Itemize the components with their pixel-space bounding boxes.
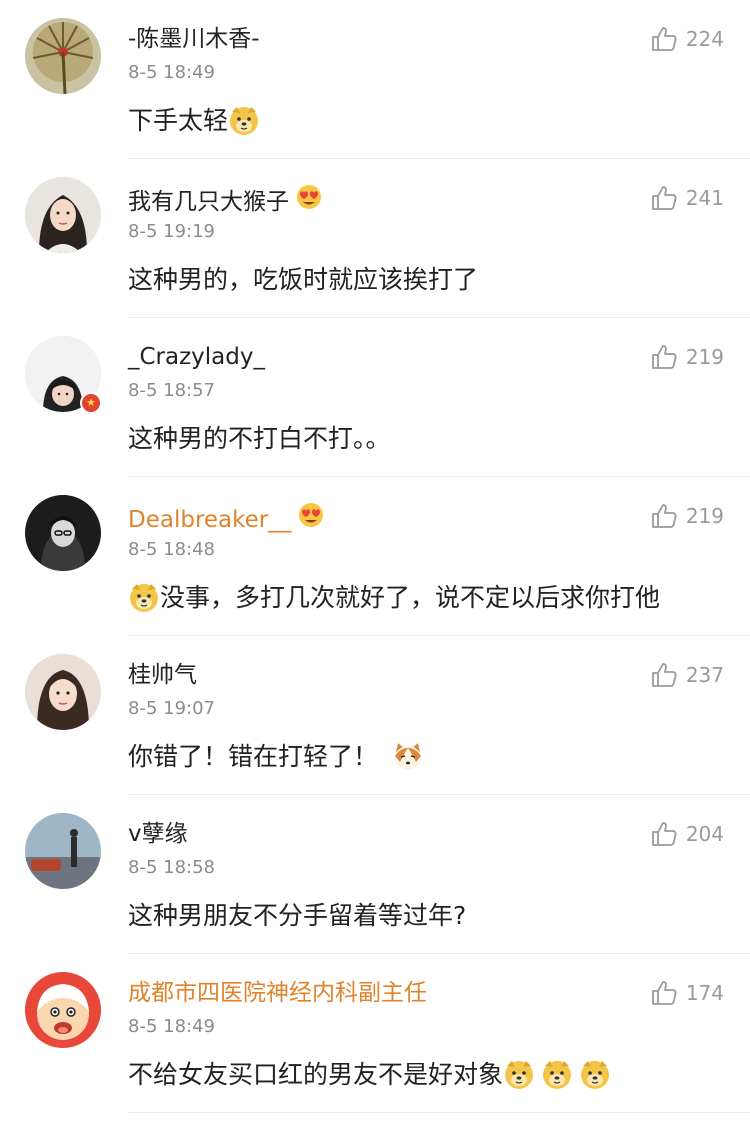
- timestamp: 8-5 18:57: [128, 380, 215, 401]
- comment-text: 这种男的，吃饭时就应该挨打了: [128, 265, 479, 294]
- like-button[interactable]: 237: [650, 658, 724, 692]
- username[interactable]: 桂帅气: [128, 658, 197, 692]
- thumbs-up-icon: [651, 822, 677, 846]
- comment-text: 没事，多打几次就好了，说不定以后求你打他: [128, 579, 660, 617]
- username[interactable]: Dealbreaker__: [128, 499, 327, 537]
- comment-item: v孽缘 8-5 18:58 204 这种男朋友不分手留着等过年?: [0, 795, 750, 954]
- comment-text: 这种男的不打白不打。。: [128, 424, 391, 453]
- heart-eyes-emoji: [293, 181, 325, 213]
- verified-badge: ★: [80, 392, 102, 414]
- username[interactable]: -陈墨川木香-: [128, 22, 260, 56]
- like-count: 219: [685, 345, 724, 369]
- username[interactable]: 成都市四医院神经内科副主任: [128, 976, 427, 1010]
- avatar[interactable]: [25, 972, 101, 1048]
- like-count: 241: [685, 186, 724, 210]
- comment-item: Dealbreaker__ 8-5 18:48 219 没事，多打几次就好了，说…: [0, 477, 750, 636]
- timestamp: 8-5 19:19: [128, 221, 215, 242]
- doge-emoji: [541, 1058, 573, 1090]
- doge-emoji: [128, 581, 160, 613]
- username[interactable]: _Crazylady_: [128, 340, 265, 374]
- thumbs-up-icon: [651, 504, 677, 528]
- like-button[interactable]: 204: [650, 817, 724, 851]
- comment-text: 这种男朋友不分手留着等过年?: [128, 901, 467, 930]
- comment-text: 下手太轻: [128, 102, 260, 140]
- comment-item: 成都市四医院神经内科副主任 8-5 18:49 174 不给女友买口红的男友不是…: [0, 954, 750, 1113]
- timestamp: 8-5 18:49: [128, 1016, 215, 1037]
- like-button[interactable]: 219: [650, 499, 724, 533]
- avatar[interactable]: [25, 654, 101, 730]
- like-count: 237: [685, 663, 724, 687]
- comment-item: 桂帅气 8-5 19:07 237 你错了！错在打轻了！: [0, 636, 750, 795]
- doge-emoji: [503, 1058, 535, 1090]
- thumbs-up-icon: [651, 27, 677, 51]
- avatar[interactable]: [25, 495, 101, 571]
- username[interactable]: 我有几只大猴子: [128, 181, 325, 219]
- username[interactable]: v孽缘: [128, 817, 188, 851]
- like-button[interactable]: 219: [650, 340, 724, 374]
- thumbs-up-icon: [651, 663, 677, 687]
- divider: [128, 1112, 750, 1113]
- timestamp: 8-5 18:48: [128, 539, 215, 560]
- comment-list: -陈墨川木香- 8-5 18:49 224 下手太轻 我有几只大猴子 8-5 1…: [0, 0, 750, 1121]
- timestamp: 8-5 18:58: [128, 857, 215, 878]
- comment-text: 不给女友买口红的男友不是好对象: [128, 1056, 611, 1094]
- thumbs-up-icon: [651, 186, 677, 210]
- like-button[interactable]: 241: [650, 181, 724, 215]
- comment-item: 我有几只大猴子 8-5 19:19 241 这种男的，吃饭时就应该挨打了: [0, 159, 750, 318]
- avatar[interactable]: [25, 813, 101, 889]
- like-count: 174: [685, 981, 724, 1005]
- comment-item: -陈墨川木香- 8-5 18:49 224 下手太轻: [0, 0, 750, 159]
- like-button[interactable]: 174: [650, 976, 724, 1010]
- doge-emoji: [579, 1058, 611, 1090]
- like-count: 219: [685, 504, 724, 528]
- comment-text: 你错了！错在打轻了！: [128, 738, 424, 776]
- timestamp: 8-5 18:49: [128, 62, 215, 83]
- comment-item: ★ _Crazylady_ 8-5 18:57 219 这种男的不打白不打。。: [0, 318, 750, 477]
- thumbs-up-icon: [651, 981, 677, 1005]
- doge-emoji: [228, 104, 260, 136]
- like-count: 224: [685, 27, 724, 51]
- timestamp: 8-5 19:07: [128, 698, 215, 719]
- like-button[interactable]: 224: [650, 22, 724, 56]
- avatar[interactable]: [25, 18, 101, 94]
- heart-eyes-emoji: [295, 499, 327, 531]
- like-count: 204: [685, 822, 724, 846]
- thumbs-up-icon: [651, 345, 677, 369]
- cat-emoji: [392, 740, 424, 772]
- avatar[interactable]: [25, 177, 101, 253]
